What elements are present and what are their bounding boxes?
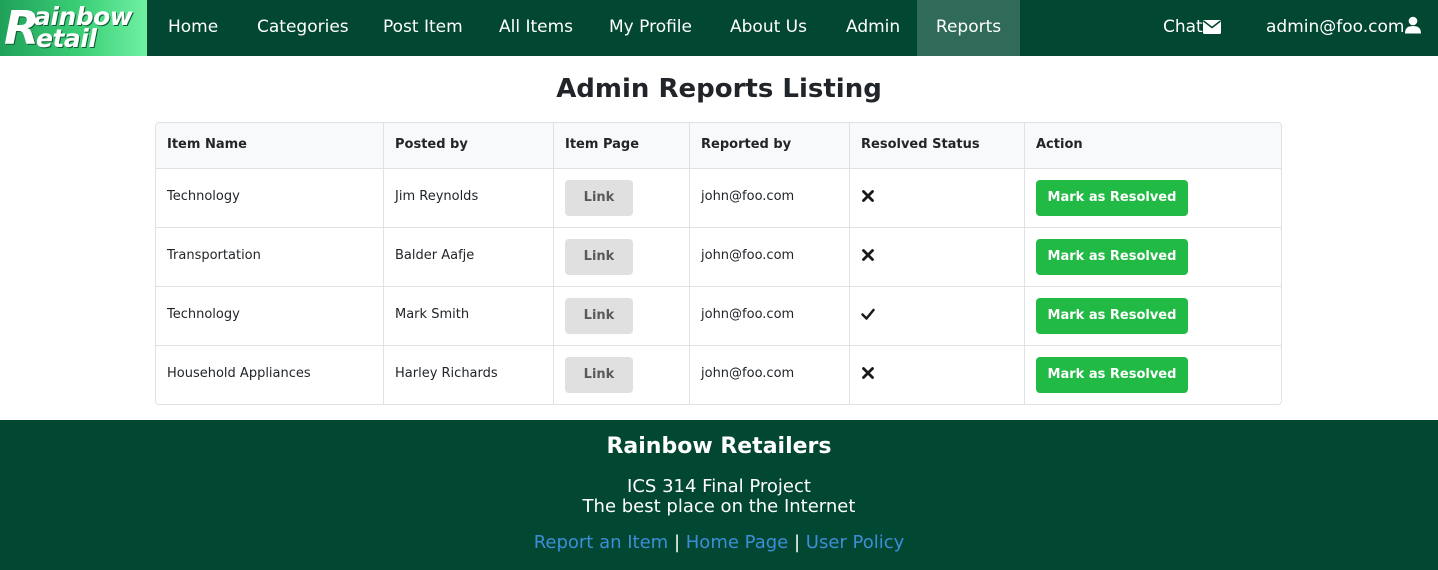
nav-item-home[interactable]: Home	[147, 0, 239, 56]
nav-chat-label: Chat	[1163, 17, 1203, 37]
footer-link-report-item[interactable]: Report an Item	[534, 532, 669, 553]
cell-reported-by: john@foo.com	[701, 248, 795, 263]
nav-item-categories[interactable]: Categories	[236, 0, 370, 56]
x-icon	[862, 367, 874, 379]
column-divider	[849, 123, 850, 404]
checkmark-icon	[861, 308, 875, 320]
table-header: Item Name Posted by Item Page Reported b…	[156, 123, 1281, 169]
nav-item-post-item[interactable]: Post Item	[362, 0, 484, 56]
footer-link-separator: |	[793, 532, 801, 553]
column-header-posted-by: Posted by	[395, 137, 468, 152]
table-row: Household Appliances Harley Richards Lin…	[156, 346, 1281, 404]
x-icon	[862, 249, 874, 261]
column-header-action: Action	[1036, 137, 1083, 152]
nav-item-my-profile[interactable]: My Profile	[588, 0, 713, 56]
nav-item-about-us[interactable]: About Us	[709, 0, 828, 56]
cell-item-name: Technology	[167, 307, 240, 322]
nav-item-reports[interactable]: Reports	[917, 0, 1020, 56]
column-divider	[383, 123, 384, 404]
mark-as-resolved-button[interactable]: Mark as Resolved	[1036, 298, 1188, 334]
nav-item-all-items[interactable]: All Items	[478, 0, 594, 56]
column-header-item-name: Item Name	[167, 137, 247, 152]
cell-posted-by: Harley Richards	[395, 366, 498, 381]
brand-logo-line2: etail	[36, 24, 97, 53]
footer-link-home-page[interactable]: Home Page	[686, 532, 788, 553]
table-row: Technology Mark Smith Link john@foo.com …	[156, 287, 1281, 346]
cell-reported-by: john@foo.com	[701, 189, 795, 204]
page-title: Admin Reports Listing	[556, 74, 882, 104]
brand-logo[interactable]: R ainbow etail	[0, 0, 147, 56]
navbar: R ainbow etail Home Categories Post Item…	[0, 0, 1438, 56]
footer-link-separator: |	[673, 532, 681, 553]
reports-table: Item Name Posted by Item Page Reported b…	[155, 122, 1282, 405]
column-header-resolved-status: Resolved Status	[861, 137, 980, 152]
column-divider	[689, 123, 690, 404]
mark-as-resolved-button[interactable]: Mark as Resolved	[1036, 180, 1188, 216]
x-icon	[862, 190, 874, 202]
footer-link-user-policy[interactable]: User Policy	[806, 532, 905, 553]
nav-user-menu[interactable]: admin@foo.com	[1266, 0, 1422, 56]
cell-reported-by: john@foo.com	[701, 307, 795, 322]
nav-chat[interactable]: Chat	[1163, 0, 1221, 56]
user-icon	[1404, 16, 1422, 37]
column-header-item-page: Item Page	[565, 137, 640, 152]
cell-posted-by: Mark Smith	[395, 307, 470, 322]
item-page-link-button[interactable]: Link	[565, 239, 633, 275]
cell-reported-by: john@foo.com	[701, 366, 795, 381]
cell-posted-by: Jim Reynolds	[395, 189, 479, 204]
cell-item-name: Technology	[167, 189, 240, 204]
cell-item-name: Transportation	[167, 248, 261, 263]
cell-item-name: Household Appliances	[167, 366, 311, 381]
mark-as-resolved-button[interactable]: Mark as Resolved	[1036, 239, 1188, 275]
table-row: Transportation Balder Aafje Link john@fo…	[156, 228, 1281, 287]
item-page-link-button[interactable]: Link	[565, 357, 633, 393]
footer-project-line: ICS 314 Final Project	[627, 476, 811, 497]
item-page-link-button[interactable]: Link	[565, 180, 633, 216]
nav-user-label: admin@foo.com	[1266, 17, 1405, 37]
column-divider	[1024, 123, 1025, 404]
table-row: Technology Jim Reynolds Link john@foo.co…	[156, 169, 1281, 228]
footer: Rainbow Retailers ICS 314 Final Project …	[0, 420, 1438, 570]
footer-links: Report an Item | Home Page | User Policy	[0, 532, 1438, 553]
item-page-link-button[interactable]: Link	[565, 298, 633, 334]
nav-item-admin[interactable]: Admin	[825, 0, 921, 56]
column-header-reported-by: Reported by	[701, 137, 792, 152]
cell-posted-by: Balder Aafje	[395, 248, 475, 263]
envelope-icon	[1202, 17, 1221, 37]
footer-title: Rainbow Retailers	[606, 434, 832, 459]
footer-tagline: The best place on the Internet	[582, 496, 856, 517]
mark-as-resolved-button[interactable]: Mark as Resolved	[1036, 357, 1188, 393]
column-divider	[553, 123, 554, 404]
